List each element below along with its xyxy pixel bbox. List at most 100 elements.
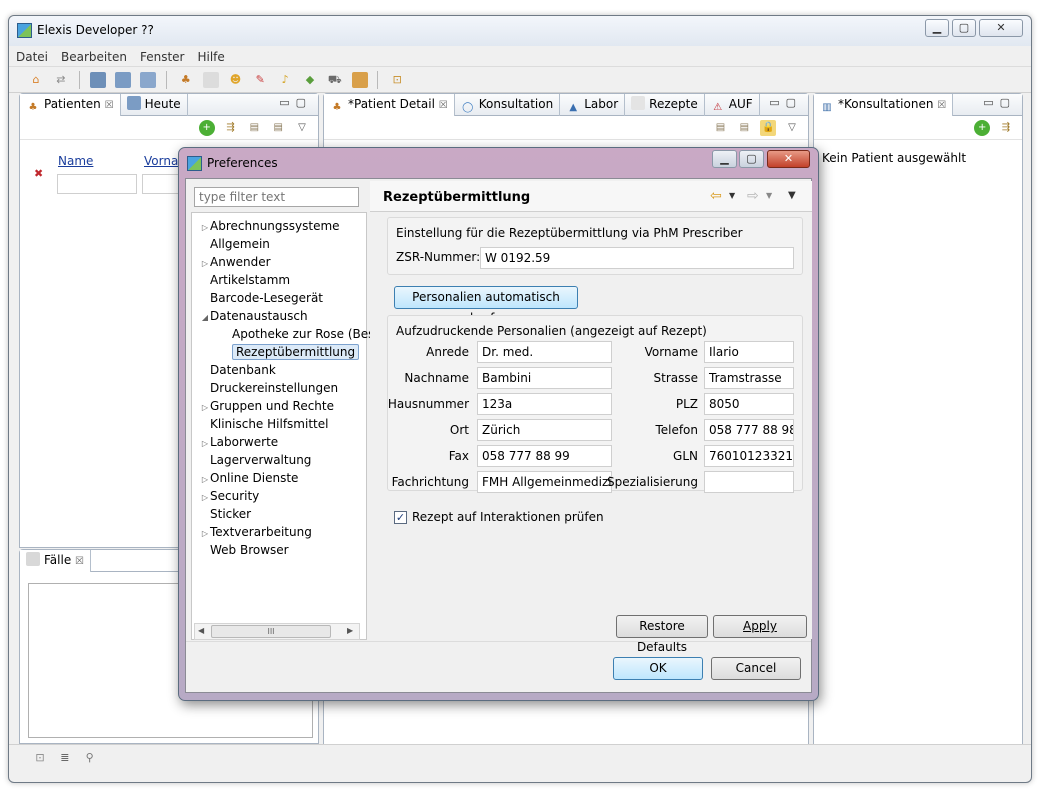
lock-icon[interactable]: 🔒 [760,120,777,136]
view-menu-icon[interactable]: ▽ [784,120,800,136]
forward-arrow-icon[interactable]: ⇨ [747,188,759,204]
tab-patient-detail[interactable]: ♣ *Patient Detail ☒ [324,94,455,116]
interactions-checkbox[interactable]: ✓ [394,511,407,524]
menu-fenster[interactable]: Fenster [133,47,191,67]
tree-item[interactable]: Datenbank [200,361,276,379]
forward-dropdown-icon[interactable]: ▼ [766,191,772,200]
documents-icon[interactable] [202,72,219,88]
left-field-input[interactable]: FMH Allgemeinmedizin [477,471,612,493]
tree-item[interactable]: Web Browser [200,541,289,559]
column-name-header[interactable]: Name [58,154,93,168]
tree-item[interactable]: ▷ Security [200,487,259,505]
fetch-personal-data-button[interactable]: Personalien automatisch abrufen [394,286,578,325]
minimize-window-button[interactable]: ▁ [925,19,949,37]
tab-heute[interactable]: Heute [121,94,188,116]
close-tab-icon[interactable]: ☒ [75,556,84,567]
menu-hilfe[interactable]: Hilfe [190,47,230,67]
tree-item[interactable]: Artikelstamm [200,271,290,289]
new-view-icon[interactable]: ⊡ [32,750,48,766]
view-minmax-controls[interactable]: ▭▢ [279,96,312,109]
view-menu-icon[interactable]: ▽ [294,120,310,136]
scroll-right-arrow-icon[interactable]: ▶ [347,626,353,635]
tab-konsultationen[interactable]: ▥ *Konsultationen ☒ [814,94,954,116]
clipboard-icon[interactable]: ▤ [713,120,729,136]
tree-item[interactable]: ▷ Anwender [200,253,271,271]
close-tab-icon[interactable]: ☒ [105,100,114,111]
sync-icon[interactable]: ⇄ [53,72,69,88]
bell-icon[interactable]: ♪ [277,72,293,88]
left-field-input[interactable]: Zürich [477,419,612,441]
dialog-minimize-button[interactable]: ▁ [712,150,737,168]
close-window-button[interactable]: ✕ [979,19,1023,37]
vorname-filter-input[interactable] [142,174,182,194]
filter-icon[interactable]: ⇶ [223,120,239,136]
tab-konsultation[interactable]: ◯ Konsultation [455,94,561,116]
ok-button[interactable]: OK [613,657,703,680]
tab-labor[interactable]: ▲ Labor [560,94,626,116]
right-field-input[interactable]: 058 777 88 98 [704,419,794,441]
dialog-close-button[interactable]: ✕ [767,150,810,168]
tree-item[interactable]: ▷ Gruppen und Rechte [200,397,334,415]
tree-item[interactable]: ▷ Laborwerte [200,433,278,451]
cancel-button[interactable]: Cancel [711,657,801,680]
tree-item[interactable]: Lagerverwaltung [200,451,311,469]
left-field-input[interactable]: 123a [477,393,612,415]
clipboard-icon[interactable]: ▤ [246,120,262,136]
tree-item[interactable]: Allgemein [200,235,270,253]
left-field-input[interactable]: 058 777 88 99 [477,445,612,467]
left-field-input[interactable]: Bambini [477,367,612,389]
menu-datei[interactable]: Datei [9,47,54,67]
right-field-input[interactable]: Tramstrasse [704,367,794,389]
tree-item[interactable]: Klinische Hilfsmittel [200,415,328,433]
right-field-input[interactable]: Ilario [704,341,794,363]
close-tab-icon[interactable]: ☒ [439,100,448,111]
tree-item[interactable]: ▷ Abrechnungssysteme [200,217,340,235]
tree-item[interactable]: Barcode-Lesegerät [200,289,323,307]
tab-patienten[interactable]: ♣ Patienten ☒ [20,94,121,116]
tree-horizontal-scrollbar[interactable]: ◀ III ▶ [194,623,360,640]
add-icon[interactable]: + [198,120,215,136]
back-arrow-icon[interactable]: ⇦ [710,188,722,204]
zsr-input[interactable]: W 0192.59 [480,247,794,269]
back-dropdown-icon[interactable]: ▼ [729,191,735,200]
right-field-input[interactable] [704,471,794,493]
apply-button[interactable]: Apply [713,615,807,638]
add-icon[interactable]: + [974,120,991,136]
medicine-icon[interactable]: ◆ [302,72,318,88]
tree-item[interactable]: ▷ Online Dienste [200,469,299,487]
scroll-left-arrow-icon[interactable]: ◀ [198,626,204,635]
dialog-maximize-button[interactable]: ▢ [739,150,764,168]
interactions-checkbox-label[interactable]: Rezept auf Interaktionen prüfen [412,510,604,524]
page-menu-icon[interactable]: ▼ [788,190,796,201]
filter-icon[interactable]: ⇶ [998,120,1014,136]
window-icon[interactable] [140,72,157,88]
tab-auf[interactable]: ⚠ AUF [705,94,760,116]
tab-faelle[interactable]: Fälle ☒ [20,550,92,572]
view-minmax-controls[interactable]: ▭▢ [769,96,802,109]
maximize-window-button[interactable]: ▢ [952,19,976,37]
list-icon[interactable]: ≣ [57,750,73,766]
left-field-input[interactable]: Dr. med. [477,341,612,363]
tree-item[interactable]: ▷ Textverarbeitung [200,523,312,541]
filter-input[interactable] [194,187,359,207]
calendar-icon[interactable] [115,72,132,88]
scrollbar-thumb[interactable]: III [211,625,331,638]
right-field-input[interactable]: 7601012332112 [704,445,794,467]
tree-item[interactable]: Apotheke zur Rose (Bes [220,325,374,343]
tab-rezepte[interactable]: Rezepte [625,94,705,116]
home-icon[interactable]: ⌂ [28,72,44,88]
restore-defaults-button[interactable]: Restore Defaults [616,615,708,654]
collapse-arrow-icon[interactable]: ◢ [200,309,210,327]
patients-icon[interactable]: ♣ [178,72,194,88]
persons-icon[interactable]: ☻ [227,72,243,88]
right-field-input[interactable]: 8050 [704,393,794,415]
tree-item-selected[interactable]: Rezeptübermittlung [220,343,360,361]
perspective-icon[interactable] [90,72,107,88]
new-window-icon[interactable]: ⊡ [389,72,405,88]
clipboard-icon[interactable]: ▤ [270,120,286,136]
clear-filter-icon[interactable]: ✖ [34,167,43,180]
close-tab-icon[interactable]: ☒ [937,100,946,111]
book-icon[interactable] [351,72,368,88]
tree-item[interactable]: Sticker [200,505,251,523]
menu-bearbeiten[interactable]: Bearbeiten [54,47,133,67]
